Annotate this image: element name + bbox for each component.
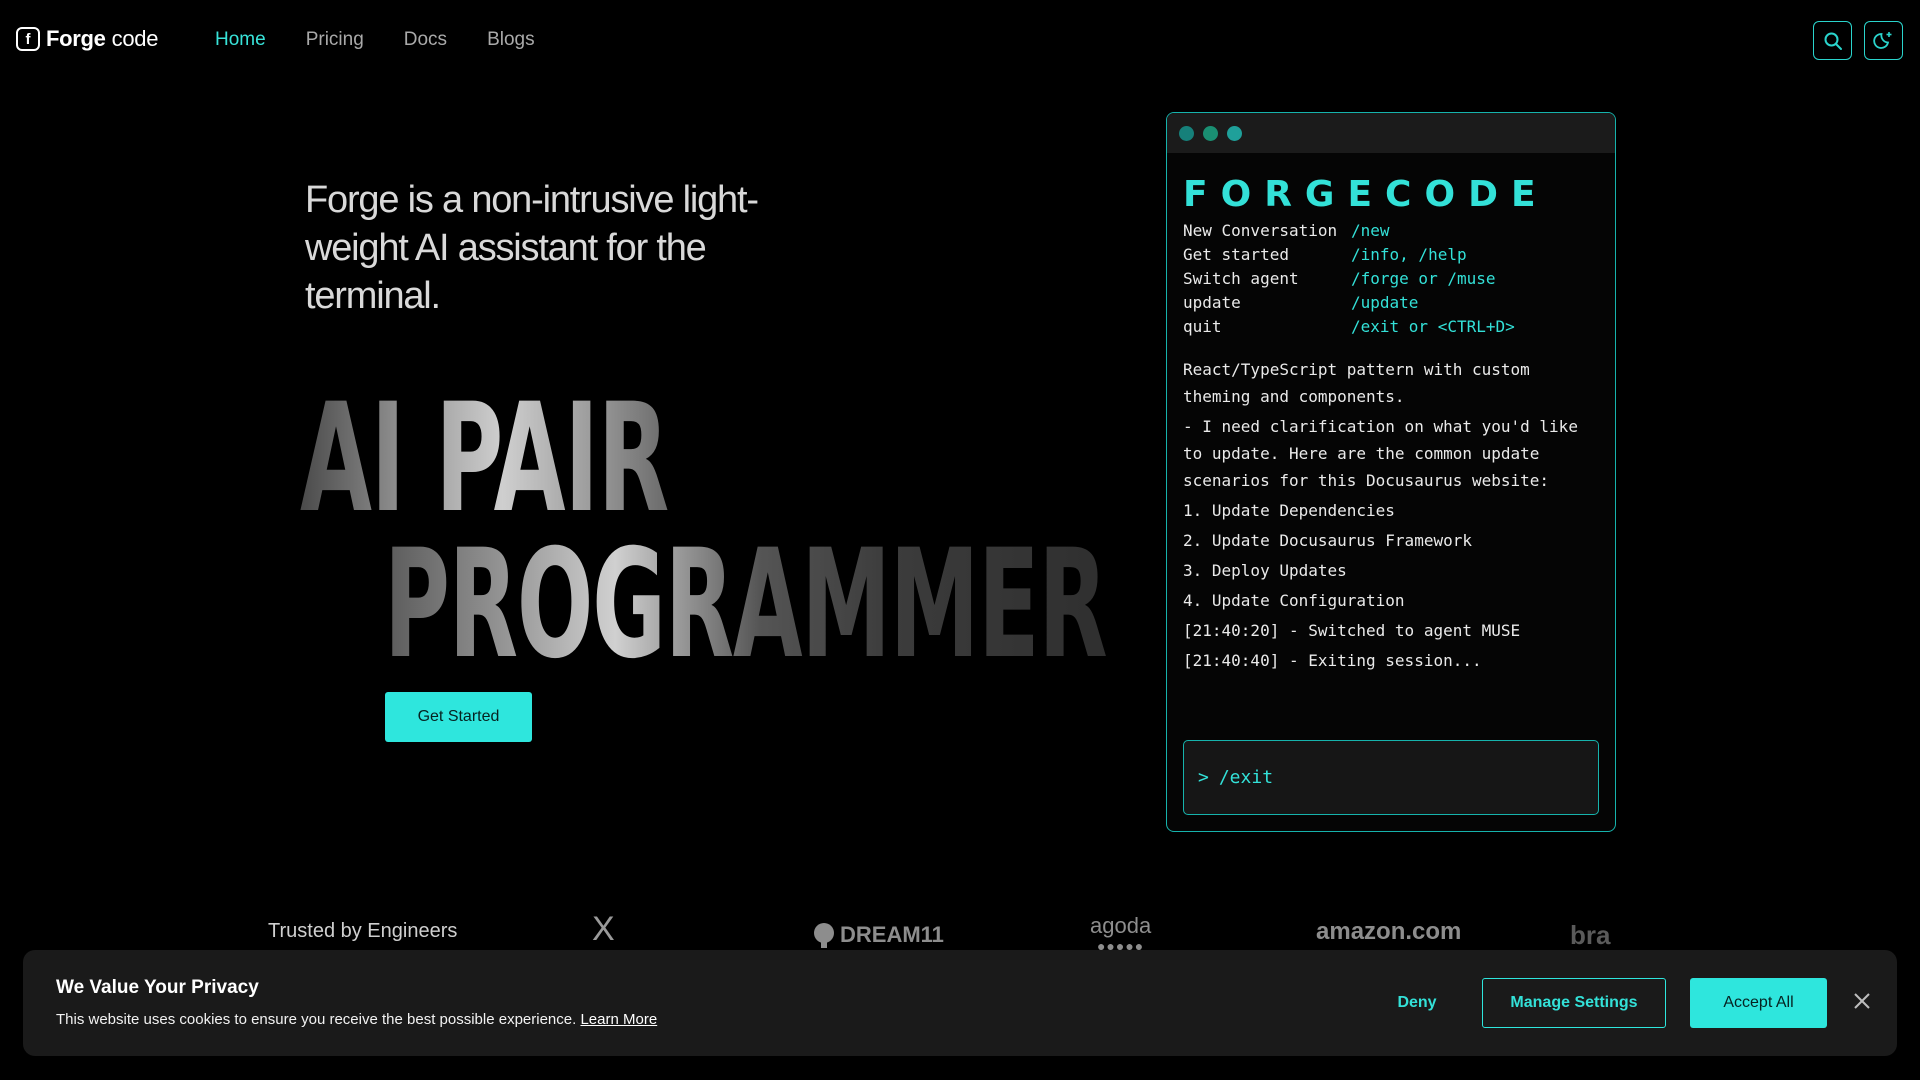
dream11-logo: DREAM11 (812, 922, 944, 948)
log-message: 1. Update Dependencies (1183, 501, 1395, 520)
command-row: Switch agent /forge or /muse (1183, 267, 1599, 291)
command-name: New Conversation (1183, 221, 1338, 240)
command-value: /info, /help (1351, 245, 1467, 264)
logo-sub-text: code (111, 26, 159, 51)
nav-link-pricing[interactable]: Pricing (306, 29, 364, 51)
search-icon (1824, 32, 1842, 50)
terminal-title: FORGECODE (1183, 174, 1549, 215)
cookie-text: This website uses cookies to ensure you … (56, 1011, 657, 1028)
log-message: [21:40:20] - Switched to agent MUSE (1183, 621, 1521, 640)
deny-button[interactable]: Deny (1367, 978, 1467, 1028)
window-dot-icon (1179, 125, 1194, 141)
command-value: /forge or /muse (1351, 269, 1496, 288)
command-row: Get started /info, /help (1183, 243, 1599, 267)
log-message: 4. Update Configuration (1183, 591, 1405, 610)
command-name: Get started (1183, 245, 1289, 264)
log-message: - I need clarification on what you'd lik… (1183, 417, 1578, 490)
forge-logo[interactable]: f Forge code (16, 26, 158, 52)
close-banner-button[interactable] (1850, 990, 1874, 1014)
command-value: /new (1351, 221, 1390, 240)
search-button[interactable] (1813, 21, 1852, 60)
command-row: quit /exit or <CTRL+D> (1183, 315, 1599, 339)
log-message: [21:40:40] - Exiting session... (1183, 651, 1482, 670)
dream11-logo-text: DREAM11 (840, 922, 944, 947)
command-row: update /update (1183, 291, 1599, 315)
cookie-banner: We Value Your Privacy This website uses … (23, 950, 1897, 1056)
command-name: quit (1183, 317, 1222, 336)
terminal-window: FORGECODE New Conversation /new Get star… (1166, 112, 1616, 832)
log-message: React/TypeScript pattern with custom the… (1183, 360, 1530, 406)
log-message: 3. Deploy Updates (1183, 561, 1347, 580)
window-dot-icon (1227, 125, 1242, 141)
nav-link-docs[interactable]: Docs (404, 29, 447, 51)
nav-links: Home Pricing Docs Blogs (215, 29, 535, 51)
theme-toggle-icon (1872, 31, 1891, 49)
agoda-logo-text: agoda (1090, 913, 1152, 938)
command-name: Switch agent (1183, 269, 1299, 288)
amazon-logo: amazon.com (1316, 918, 1462, 945)
hero-tagline: Forge is a non-intrusive light-weight AI… (305, 179, 759, 317)
cookie-title: We Value Your Privacy (56, 977, 259, 998)
terminal-body: FORGECODE New Conversation /new Get star… (1167, 175, 1615, 674)
command-value: /update (1351, 293, 1419, 312)
terminal-input[interactable]: > /exit (1183, 740, 1599, 815)
terminal-title-bar (1167, 113, 1615, 153)
forge-logo-icon: f (16, 27, 40, 51)
theme-toggle-button[interactable] (1864, 21, 1903, 60)
manage-settings-button[interactable]: Manage Settings (1482, 978, 1666, 1028)
x-logo: X (592, 910, 615, 948)
close-icon (1854, 992, 1870, 1009)
nav-icon-group (1813, 21, 1903, 60)
headline-line-1: AI PAIR (300, 372, 669, 546)
logo-brand-text: Forge (46, 26, 106, 51)
command-list: New Conversation /new Get started /info,… (1183, 219, 1599, 339)
log-message: 2. Update Docusaurus Framework (1183, 531, 1472, 550)
nav-link-home[interactable]: Home (215, 29, 266, 51)
dream11-mark-icon (814, 923, 834, 948)
get-started-button[interactable]: Get Started (385, 692, 532, 742)
trusted-label: Trusted by Engineers (268, 920, 458, 942)
accept-all-button[interactable]: Accept All (1690, 978, 1827, 1028)
cookie-body: This website uses cookies to ensure you … (56, 1011, 577, 1028)
command-row: New Conversation /new (1183, 219, 1599, 243)
top-nav: f Forge code Home Pricing Docs Blogs (0, 0, 1920, 80)
command-value: /exit or <CTRL+D> (1351, 317, 1515, 336)
headline-line-2: PROGRAMMER (384, 518, 1108, 692)
prompt-chevron-icon: > (1198, 767, 1209, 788)
window-dot-icon (1203, 125, 1218, 141)
terminal-input-value: /exit (1218, 767, 1274, 788)
message-log: React/TypeScript pattern with custom the… (1183, 356, 1599, 674)
nav-link-blogs[interactable]: Blogs (487, 29, 535, 51)
partial-brand-logo: bra (1570, 920, 1611, 950)
command-name: update (1183, 293, 1241, 312)
learn-more-link[interactable]: Learn More (580, 1011, 657, 1028)
